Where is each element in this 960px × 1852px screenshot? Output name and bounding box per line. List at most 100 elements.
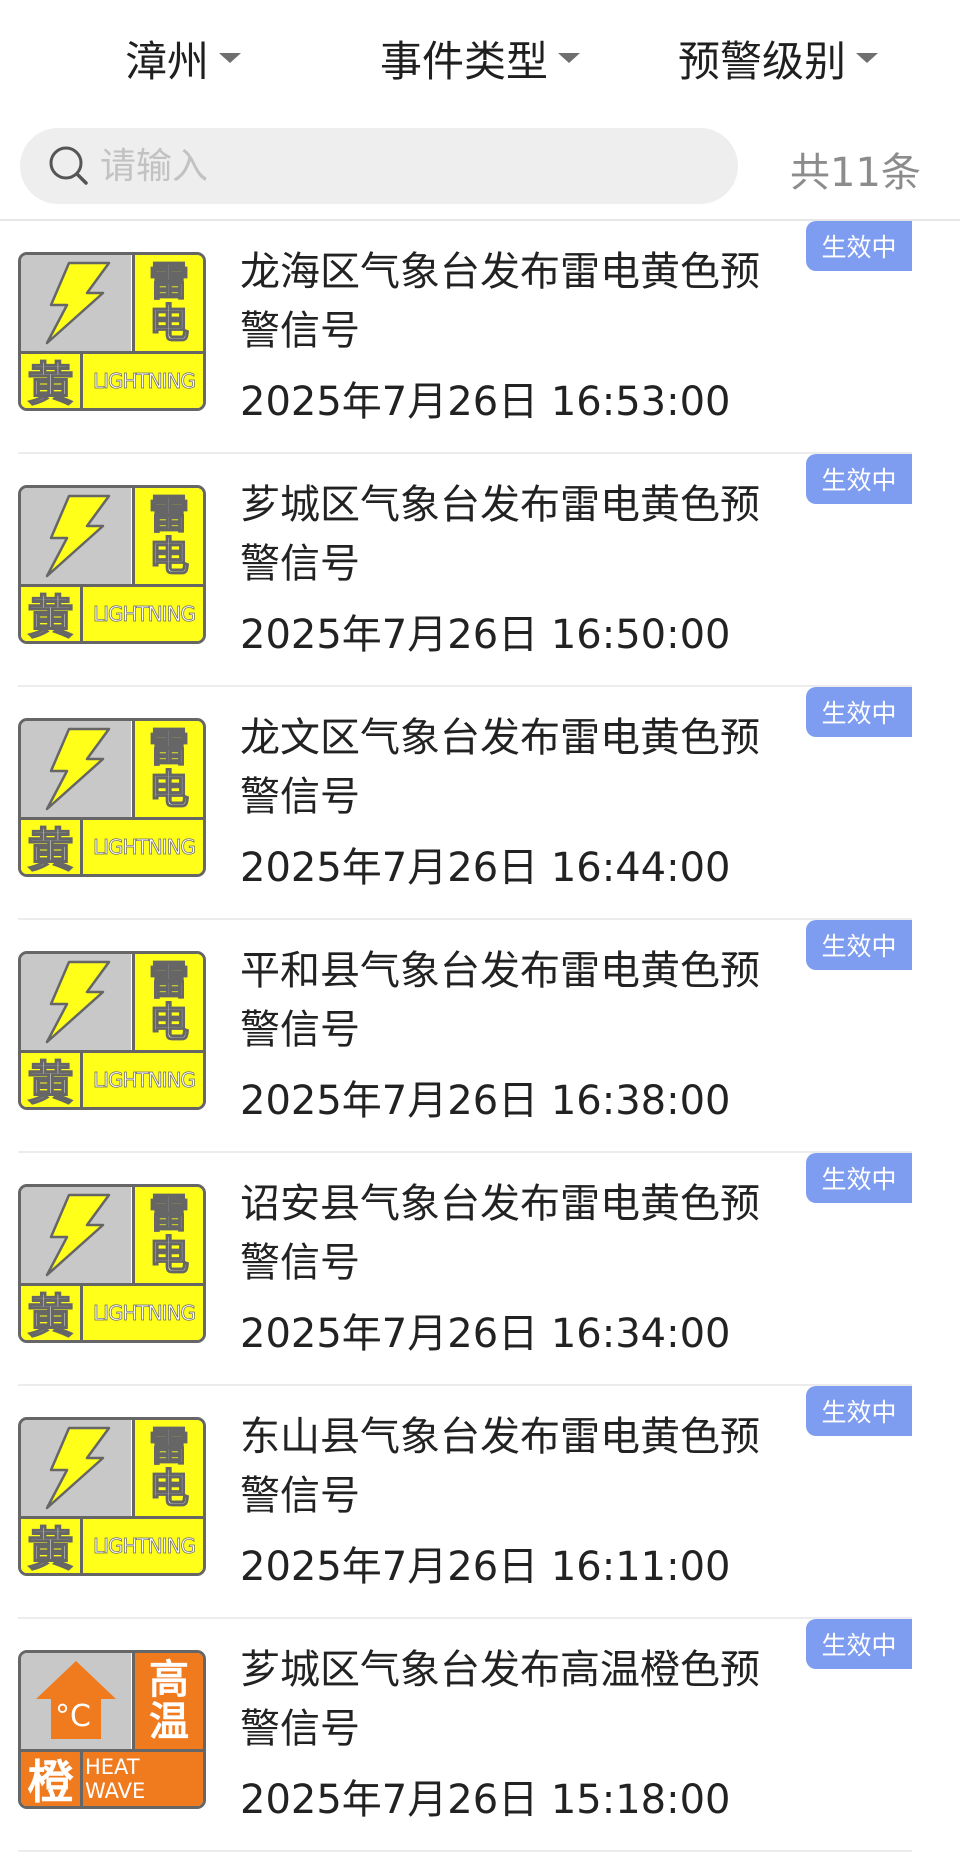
search-box[interactable] xyxy=(20,128,738,204)
warning-english-label: HEAT WAVE xyxy=(85,1755,146,1803)
warning-english-label: LIGHTNING xyxy=(92,835,197,860)
warning-level-row: 黄 LIGHTNING xyxy=(21,584,203,641)
alert-time: 2025年7月26日 16:34:00 xyxy=(240,1311,731,1357)
warning-type-char-top: 雷 xyxy=(148,958,190,1004)
warning-type-char-top: 雷 xyxy=(148,1191,190,1237)
filter-bar: 漳州 事件类型 预警级别 xyxy=(0,0,960,118)
alert-item[interactable]: 雷 电 黄 LIGHTNING 龙文区气象台发布雷电黄色预警信号 2025年7月… xyxy=(0,687,960,920)
warning-type-cell: 雷 电 xyxy=(132,1187,203,1283)
warning-symbol-cell xyxy=(21,488,131,584)
warning-english-label: LIGHTNING xyxy=(92,369,197,394)
warning-level-char: 黄 xyxy=(21,1286,83,1340)
region-filter-label: 漳州 xyxy=(125,36,210,86)
lightning-warning-icon: 雷 电 黄 LIGHTNING xyxy=(18,1417,206,1576)
status-badge: 生效中 xyxy=(806,454,912,504)
alert-time: 2025年7月26日 16:38:00 xyxy=(240,1078,731,1124)
warning-level-char: 黄 xyxy=(21,1053,83,1107)
lightning-icon xyxy=(45,1426,111,1510)
status-badge: 生效中 xyxy=(806,1153,912,1203)
alert-item[interactable]: 雷 电 黄 LIGHTNING 东山县气象台发布雷电黄色预警信号 2025年7月… xyxy=(0,1386,960,1619)
lightning-warning-icon: 雷 电 黄 LIGHTNING xyxy=(18,485,206,644)
warning-level-char: 黄 xyxy=(21,820,83,874)
region-filter-dropdown[interactable]: 漳州 xyxy=(125,30,242,86)
chevron-down-icon xyxy=(558,53,581,63)
warning-level-row: 黄 LIGHTNING xyxy=(21,1283,203,1340)
alert-title: 龙海区气象台发布雷电黄色预警信号 xyxy=(240,249,760,354)
alert-time: 2025年7月26日 16:50:00 xyxy=(240,612,731,658)
alert-time: 2025年7月26日 15:18:00 xyxy=(240,1777,731,1823)
alert-list: 雷 电 黄 LIGHTNING 龙海区气象台发布雷电黄色预警信号 2025年7月… xyxy=(0,221,960,1852)
status-badge: 生效中 xyxy=(806,1386,912,1436)
chevron-down-icon xyxy=(856,53,879,63)
warning-type-char-top: 雷 xyxy=(148,492,190,538)
alert-title: 芗城区气象台发布雷电黄色预警信号 xyxy=(240,482,760,587)
warning-type-char-bottom: 电 xyxy=(148,301,190,347)
alert-item[interactable]: 雷 电 黄 LIGHTNING 诏安县气象台发布雷电黄色预警信号 2025年7月… xyxy=(0,1153,960,1386)
celsius-symbol: °C xyxy=(55,1699,91,1734)
warning-type-char-bottom: 电 xyxy=(148,1233,190,1279)
alert-title: 龙文区气象台发布雷电黄色预警信号 xyxy=(240,715,760,820)
warning-type-cell: 高 温 xyxy=(132,1653,203,1749)
warning-symbol-cell xyxy=(21,255,131,351)
alert-time: 2025年7月26日 16:11:00 xyxy=(240,1544,731,1590)
lightning-icon xyxy=(45,960,111,1044)
alert-item[interactable]: 雷 电 黄 LIGHTNING 芗城区气象台发布雷电黄色预警信号 2025年7月… xyxy=(0,454,960,687)
warning-type-char-bottom: 电 xyxy=(148,767,190,813)
warning-symbol-cell xyxy=(21,721,131,817)
warning-type-cell: 雷 电 xyxy=(132,488,203,584)
status-badge: 生效中 xyxy=(806,1619,912,1669)
alert-item[interactable]: 雷 电 黄 LIGHTNING 龙海区气象台发布雷电黄色预警信号 2025年7月… xyxy=(0,221,960,454)
lightning-warning-icon: 雷 电 黄 LIGHTNING xyxy=(18,718,206,877)
status-badge: 生效中 xyxy=(806,221,912,271)
warning-english-label: LIGHTNING xyxy=(92,1301,197,1326)
warning-type-cell: 雷 电 xyxy=(132,255,203,351)
lightning-warning-icon: 雷 电 黄 LIGHTNING xyxy=(18,951,206,1110)
alert-title: 芗城区气象台发布高温橙色预警信号 xyxy=(240,1647,760,1752)
warning-level-filter-dropdown[interactable]: 预警级别 xyxy=(678,30,879,86)
warning-type-char-bottom: 电 xyxy=(148,1466,190,1512)
warning-type-cell: 雷 电 xyxy=(132,721,203,817)
alert-item[interactable]: °C 高 温 橙 HEAT WAVE 芗城区气象台发布高温橙色预警信号 2025… xyxy=(0,1619,960,1852)
status-badge: 生效中 xyxy=(806,920,912,970)
warning-english-label: LIGHTNING xyxy=(92,602,197,627)
warning-level-char: 黄 xyxy=(21,354,83,408)
alert-time: 2025年7月26日 16:53:00 xyxy=(240,379,731,425)
warning-level-row: 黄 LIGHTNING xyxy=(21,1516,203,1573)
warning-symbol-cell xyxy=(21,1420,131,1516)
warning-level-row: 黄 LIGHTNING xyxy=(21,817,203,874)
warning-type-char-top: 高 xyxy=(149,1657,189,1703)
alert-title: 诏安县气象台发布雷电黄色预警信号 xyxy=(240,1181,760,1286)
warning-type-char-bottom: 温 xyxy=(149,1699,189,1745)
warning-level-char: 黄 xyxy=(21,587,83,641)
warning-type-char-bottom: 电 xyxy=(148,1000,190,1046)
event-type-filter-dropdown[interactable]: 事件类型 xyxy=(380,30,581,86)
warning-type-char-bottom: 电 xyxy=(148,534,190,580)
lightning-icon xyxy=(45,727,111,811)
warning-level-char: 黄 xyxy=(21,1519,83,1573)
search-icon xyxy=(49,146,88,185)
warning-english-label: LIGHTNING xyxy=(92,1068,197,1093)
lightning-icon xyxy=(45,494,111,578)
alert-time: 2025年7月26日 16:44:00 xyxy=(240,845,731,891)
warning-type-char-top: 雷 xyxy=(148,725,190,771)
warning-symbol-cell xyxy=(21,954,131,1050)
warning-level-row: 橙 HEAT WAVE xyxy=(21,1749,203,1806)
lightning-warning-icon: 雷 电 黄 LIGHTNING xyxy=(18,1184,206,1343)
warning-type-cell: 雷 电 xyxy=(132,954,203,1050)
warning-type-char-top: 雷 xyxy=(148,259,190,305)
warning-symbol-cell: °C xyxy=(21,1653,131,1749)
event-type-filter-label: 事件类型 xyxy=(380,36,549,86)
warning-level-char: 橙 xyxy=(21,1752,83,1806)
search-row: 共11条 xyxy=(0,118,960,218)
lightning-warning-icon: 雷 电 黄 LIGHTNING xyxy=(18,252,206,411)
lightning-icon xyxy=(45,261,111,345)
warning-type-cell: 雷 电 xyxy=(132,1420,203,1516)
alert-item[interactable]: 雷 电 黄 LIGHTNING 平和县气象台发布雷电黄色预警信号 2025年7月… xyxy=(0,920,960,1153)
alert-title: 平和县气象台发布雷电黄色预警信号 xyxy=(240,948,760,1053)
heat-wave-warning-icon: °C 高 温 橙 HEAT WAVE xyxy=(18,1650,206,1809)
warning-english-label: LIGHTNING xyxy=(92,1534,197,1559)
warning-level-filter-label: 预警级别 xyxy=(678,36,847,86)
warning-symbol-cell xyxy=(21,1187,131,1283)
search-input[interactable] xyxy=(98,144,702,188)
lightning-icon xyxy=(45,1193,111,1277)
